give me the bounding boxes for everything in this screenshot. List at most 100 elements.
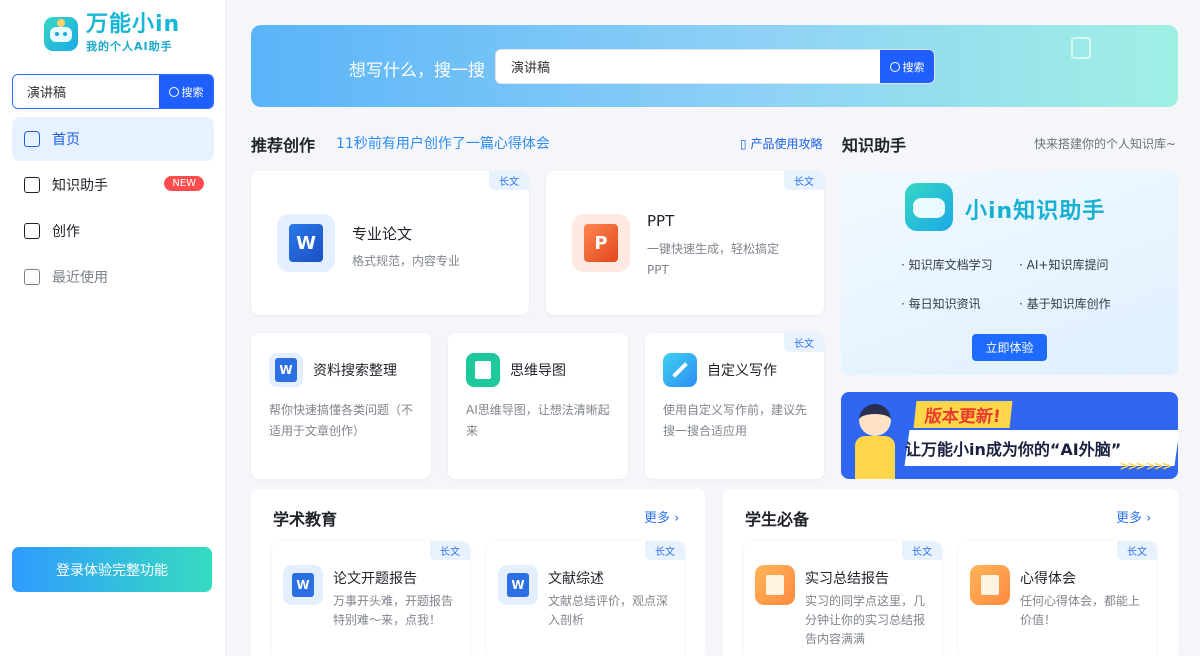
logo-title: 万能小in: [86, 12, 181, 37]
kb-point-label: 每日知识资讯: [908, 297, 981, 311]
card-desc: 实习的同学点这里，几分钟让你的实习总结报告内容满满: [805, 594, 926, 646]
kb-card-title: 小in知识助手: [965, 199, 1106, 224]
search-icon: [168, 86, 179, 97]
card-title: PPT: [647, 212, 675, 230]
kb-point-label: AI+知识库提问: [1026, 258, 1109, 272]
card-title: 文献综述: [548, 571, 604, 587]
kb-point-label: 基于知识库创作: [1026, 297, 1111, 311]
try-now-button[interactable]: 立即体验: [972, 334, 1047, 361]
knowledge-icon: [24, 177, 40, 193]
card-title: 专业论文: [352, 225, 413, 243]
banner-label: 想写什么，搜一搜: [349, 61, 485, 81]
search-banner: 想写什么，搜一搜 搜索: [251, 25, 1178, 107]
sidebar-item-recent[interactable]: 最近使用: [12, 255, 214, 299]
card-mindmap[interactable]: 思维导图 AI思维导图，让想法清晰起来: [448, 333, 628, 479]
card-reflection[interactable]: 长文 心得体会 任何心得体会，都能上价值！: [959, 541, 1157, 656]
version-update-banner[interactable]: 版本更新! 让万能小in成为你的“AI外脑” >>> >>>: [841, 392, 1178, 479]
home-icon: [24, 131, 40, 147]
sidebar-item-create[interactable]: 创作: [12, 209, 214, 253]
pen-icon: [663, 353, 697, 387]
update-text: 让万能小in成为你的“AI外脑”: [905, 440, 1122, 459]
kb-point: · 基于知识库创作: [1019, 297, 1111, 311]
ppt-decoration-icon: [1071, 37, 1091, 59]
card-desc: 任何心得体会，都能上价值！: [1020, 594, 1141, 627]
more-label: 更多: [644, 511, 671, 526]
card-custom-writing[interactable]: 长文 自定义写作 使用自定义写作前，建议先搜一搜合适应用: [645, 333, 824, 479]
long-text-tag: 长文: [1117, 541, 1157, 560]
word-doc-icon: W: [283, 565, 323, 605]
sidebar-search-button-label: 搜索: [181, 85, 204, 99]
login-button[interactable]: 登录体验完整功能: [12, 547, 212, 592]
word-doc-icon: W: [498, 565, 538, 605]
card-desc: 格式规范，内容专业: [352, 254, 461, 268]
chevron-right-icon: ›: [1146, 511, 1152, 526]
knowledge-subtitle[interactable]: 快来搭建你的个人知识库~: [1034, 135, 1176, 152]
guide-link[interactable]: ▯ 产品使用攻略: [740, 135, 822, 152]
card-research[interactable]: W 资料搜索整理 帮你快速搞懂各类问题（不适用于文章创作）: [251, 333, 431, 479]
robot-logo-icon: [44, 17, 78, 51]
long-text-tag: 长文: [645, 541, 685, 560]
card-title: 实习总结报告: [805, 571, 889, 587]
word-doc-icon: W: [277, 214, 335, 272]
academic-panel: 学术教育 更多 › 长文 W 论文开题报告 万事开头难，开题报告特别难～来，点我…: [251, 489, 705, 656]
card-professional-paper[interactable]: 长文 W 专业论文 格式规范，内容专业: [251, 171, 529, 315]
sidebar-item-knowledge[interactable]: 知识助手 NEW: [12, 163, 214, 207]
sidebar-item-home[interactable]: 首页: [12, 117, 214, 161]
card-ppt[interactable]: 长文 P PPT 一键快速生成，轻松搞定PPT: [546, 171, 824, 315]
sidebar-item-label: 创作: [52, 224, 80, 240]
scroll-icon: [970, 565, 1010, 605]
book-icon: ▯: [740, 137, 747, 151]
sidebar-item-label: 最近使用: [52, 270, 108, 286]
long-text-tag: 长文: [784, 171, 824, 190]
banner-search-button-label: 搜索: [902, 60, 925, 74]
card-internship-report[interactable]: 长文 实习总结报告 实习的同学点这里，几分钟让你的实习总结报告内容满满: [744, 541, 942, 656]
card-literature-review[interactable]: 长文 W 文献综述 文献总结评价，观点深入剖析: [487, 541, 685, 656]
edit-icon: [24, 223, 40, 239]
card-title: 思维导图: [510, 363, 566, 379]
word-doc-icon: W: [269, 353, 303, 387]
app-logo[interactable]: 万能小in 我的个人AI助手: [44, 14, 180, 54]
guide-link-label: 产品使用攻略: [750, 137, 823, 151]
new-badge: NEW: [164, 176, 204, 191]
banner-search-input[interactable]: [496, 50, 880, 83]
card-title: 论文开题报告: [333, 571, 417, 587]
card-proposal[interactable]: 长文 W 论文开题报告 万事开头难，开题报告特别难～来，点我！: [272, 541, 470, 656]
scroll-icon: [755, 565, 795, 605]
recommend-title: 推荐创作: [251, 136, 316, 155]
student-more-link[interactable]: 更多 ›: [1116, 507, 1151, 526]
knowledge-title: 知识助手: [842, 136, 907, 155]
logo-subtitle: 我的个人AI助手: [86, 40, 173, 53]
sidebar: 万能小in 我的个人AI助手 搜索 首页 知识助手 NEW 创作 最近使用 登录…: [0, 0, 226, 656]
long-text-tag: 长文: [902, 541, 942, 560]
knowledge-assistant-card[interactable]: 小in知识助手 · 知识库文档学习 · AI+知识库提问 · 每日知识资讯 · …: [841, 171, 1178, 375]
chevron-right-icon: ›: [674, 511, 680, 526]
sidebar-item-label: 知识助手: [52, 178, 108, 194]
mindmap-icon: [466, 353, 500, 387]
sidebar-search-button[interactable]: 搜索: [159, 75, 213, 108]
card-desc: 使用自定义写作前，建议先搜一搜合适应用: [663, 403, 808, 438]
card-title: 自定义写作: [707, 363, 777, 379]
robot-logo-icon: [905, 183, 953, 231]
recommend-subtitle[interactable]: 11秒前有用户创作了一篇心得体会: [336, 133, 550, 153]
card-desc: 万事开头难，开题报告特别难～来，点我！: [333, 594, 454, 627]
long-text-tag: 长文: [430, 541, 470, 560]
card-title: 资料搜索整理: [313, 363, 397, 379]
more-label: 更多: [1116, 511, 1143, 526]
person-illustration-icon: [851, 400, 899, 479]
kb-point: · 每日知识资讯: [901, 297, 981, 311]
student-panel: 学生必备 更多 › 长文 实习总结报告 实习的同学点这里，几分钟让你的实习总结报…: [723, 489, 1178, 656]
long-text-tag: 长文: [489, 171, 529, 190]
card-desc: 一键快速生成，轻松搞定PPT: [647, 242, 780, 277]
search-icon: [889, 61, 900, 72]
sidebar-search-input[interactable]: [13, 75, 159, 108]
arrows-icon: >>> >>>: [1119, 459, 1171, 473]
academic-title: 学术教育: [273, 510, 338, 529]
academic-more-link[interactable]: 更多 ›: [644, 507, 679, 526]
ppt-doc-icon: P: [572, 214, 630, 272]
banner-search: 搜索: [495, 49, 935, 84]
kb-point: · AI+知识库提问: [1019, 258, 1109, 272]
kb-point-label: 知识库文档学习: [908, 258, 993, 272]
sidebar-item-label: 首页: [52, 132, 80, 148]
card-desc: 帮你快速搞懂各类问题（不适用于文章创作）: [269, 403, 414, 438]
banner-search-button[interactable]: 搜索: [880, 50, 934, 83]
